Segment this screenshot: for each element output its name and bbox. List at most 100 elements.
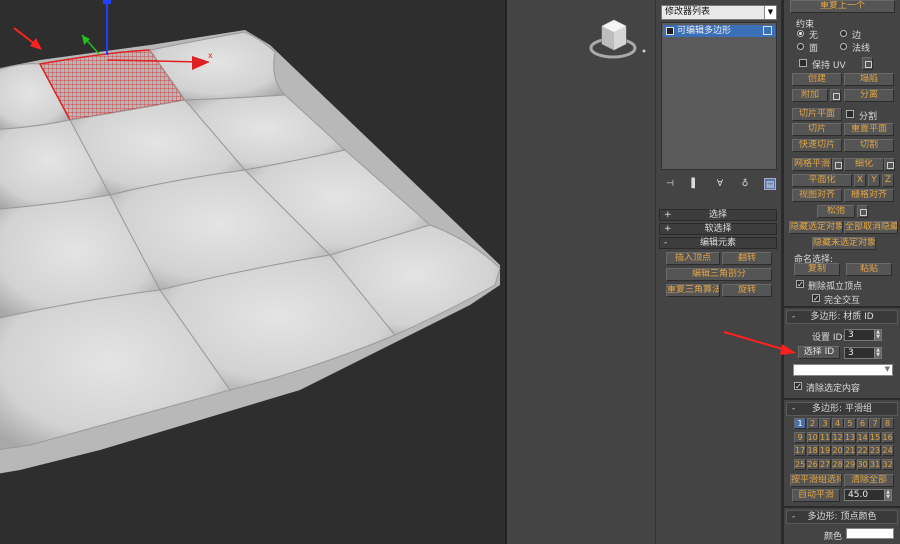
turn-button[interactable]: 旋转 [722,284,772,297]
slice-button[interactable]: 切片 [792,123,842,136]
auto-smooth-button[interactable]: 自动平滑 [792,489,840,502]
smoothing-group-button-14[interactable]: 14 [856,431,869,443]
smoothing-group-button-12[interactable]: 12 [831,431,844,443]
material-name-dropdown[interactable]: ▼ [793,364,893,376]
smoothing-group-button-10[interactable]: 10 [806,431,819,443]
constraint-edge-radio[interactable] [840,30,847,37]
smoothing-group-button-16[interactable]: 16 [881,431,894,443]
smoothing-group-button-19[interactable]: 19 [819,445,831,456]
smoothing-group-button-18[interactable]: 18 [806,445,819,456]
rollout-selection[interactable]: + 选择 [659,209,777,221]
smoothing-group-button-25[interactable]: 25 [794,458,806,470]
full-interactivity-checkbox[interactable]: ✓ [812,294,820,303]
relax-settings-icon[interactable] [857,205,868,218]
make-planar-y-button[interactable]: Y [868,174,880,187]
perspective-viewport[interactable]: x [0,0,505,544]
constraint-face-radio[interactable] [797,43,804,50]
auto-smooth-threshold-spinner[interactable]: 45.0 ▲ ▼ [844,489,892,501]
unhide-all-button[interactable]: 全部取消隐藏 [844,221,898,234]
smoothing-group-button-1[interactable]: 1 [794,418,806,429]
smoothing-group-button-29[interactable]: 29 [844,458,856,470]
smoothing-group-button-27[interactable]: 27 [819,458,831,470]
smoothing-group-button-20[interactable]: 20 [831,445,844,456]
select-id-spinner[interactable]: 3 ▲ ▼ [844,347,882,359]
tessellate-settings-icon[interactable] [884,158,895,171]
delete-isolated-checkbox[interactable]: ✓ [796,280,804,289]
copy-button[interactable]: 复制 [794,263,840,276]
smoothing-group-button-3[interactable]: 3 [819,418,831,429]
smoothing-group-button-9[interactable]: 9 [794,431,806,443]
msmooth-settings-icon[interactable] [832,158,843,171]
smoothing-group-button-28[interactable]: 28 [831,458,844,470]
preserve-uv-settings-icon[interactable] [862,57,873,70]
grid-align-button[interactable]: 栅格对齐 [844,189,894,202]
clear-all-button[interactable]: 清除全部 [844,474,894,487]
smoothing-group-button-23[interactable]: 23 [869,445,881,456]
retriangulate-button[interactable]: 重复三角算法 [666,284,720,297]
vertex-color-swatch[interactable] [846,528,894,539]
select-by-sg-button[interactable]: 按平滑组选择 [790,474,842,487]
chevron-down-icon[interactable]: ▼ [764,6,776,19]
detach-button[interactable]: 分离 [844,89,894,102]
spinner-arrows-icon[interactable]: ▲ ▼ [874,348,881,358]
view-align-button[interactable]: 视图对齐 [792,189,842,202]
relax-button[interactable]: 松弛 [817,205,855,218]
hide-selected-button[interactable]: 隐藏选定对象 [789,221,843,234]
make-planar-z-button[interactable]: Z [882,174,894,187]
spinner-arrows-icon[interactable]: ▲ ▼ [874,330,881,340]
modifier-list-dropdown[interactable]: 修改器列表 ▼ [661,5,777,20]
reset-plane-button[interactable]: 重置平面 [844,123,894,136]
smoothing-group-button-7[interactable]: 7 [869,418,881,429]
rollout-edit-elements[interactable]: - 编辑元素 [659,237,777,249]
rollout-material-ids[interactable]: - 多边形: 材质 ID [786,310,898,324]
smoothing-group-button-26[interactable]: 26 [806,458,819,470]
smoothing-group-button-22[interactable]: 22 [856,445,869,456]
viewcube-icon[interactable] [588,14,648,64]
collapse-button[interactable]: 塌陷 [844,73,894,86]
paste-button[interactable]: 粘贴 [846,263,892,276]
modifier-stack[interactable]: 可编辑多边形 [661,22,777,170]
attach-button[interactable]: 附加 [792,89,828,102]
flip-button[interactable]: 翻转 [722,252,772,265]
smoothing-group-button-21[interactable]: 21 [844,445,856,456]
attach-list-icon[interactable] [830,89,841,102]
smoothing-group-button-13[interactable]: 13 [844,431,856,443]
pin-stack-icon[interactable]: ⊣ [664,178,676,190]
make-unique-icon[interactable]: ∀ [714,178,726,190]
split-checkbox[interactable] [846,110,854,118]
slice-plane-button[interactable]: 切片平面 [792,108,842,121]
configure-modifier-sets-icon[interactable]: ▤ [764,178,776,190]
rollout-soft-selection[interactable]: + 软选择 [659,223,777,235]
smoothing-group-button-32[interactable]: 32 [881,458,894,470]
smoothing-group-button-6[interactable]: 6 [856,418,869,429]
tessellate-button[interactable]: 细化 [844,158,884,171]
set-id-spinner[interactable]: 3 ▲ ▼ [844,329,882,341]
quickslice-button[interactable]: 快速切片 [792,139,842,152]
stack-item-editable-poly[interactable]: 可编辑多边形 [663,25,775,37]
constraint-normal-radio[interactable] [840,43,847,50]
smoothing-group-button-5[interactable]: 5 [844,418,856,429]
stack-end-icon[interactable] [763,26,772,35]
constraint-none-radio[interactable] [797,30,804,37]
smoothing-group-button-8[interactable]: 8 [881,418,894,429]
smoothing-group-button-31[interactable]: 31 [869,458,881,470]
msmooth-button[interactable]: 网格平滑 [792,158,832,171]
smoothing-group-button-11[interactable]: 11 [819,431,831,443]
bulb-icon[interactable] [666,27,674,35]
smoothing-group-button-24[interactable]: 24 [881,445,894,456]
preserve-uv-checkbox[interactable] [799,59,807,67]
remove-modifier-icon[interactable]: ♁ [739,178,751,190]
select-id-button[interactable]: 选择 ID [798,346,840,359]
repeat-last-button[interactable]: 重复上一个 [790,0,895,13]
cut-button[interactable]: 切割 [844,139,894,152]
smoothing-group-button-2[interactable]: 2 [806,418,819,429]
smoothing-group-button-4[interactable]: 4 [831,418,844,429]
smoothing-group-button-17[interactable]: 17 [794,445,806,456]
rollout-vertex-colors[interactable]: - 多边形: 顶点颜色 [786,510,898,524]
rollout-smoothing-groups[interactable]: - 多边形: 平滑组 [786,402,898,416]
make-planar-button[interactable]: 平面化 [792,174,852,187]
edit-triangulation-button[interactable]: 编辑三角剖分 [666,268,772,281]
clear-selection-checkbox[interactable]: ✓ [794,382,802,391]
hide-unselected-button[interactable]: 隐藏未选定对象 [812,237,876,250]
spinner-arrows-icon[interactable]: ▲ ▼ [884,490,891,500]
